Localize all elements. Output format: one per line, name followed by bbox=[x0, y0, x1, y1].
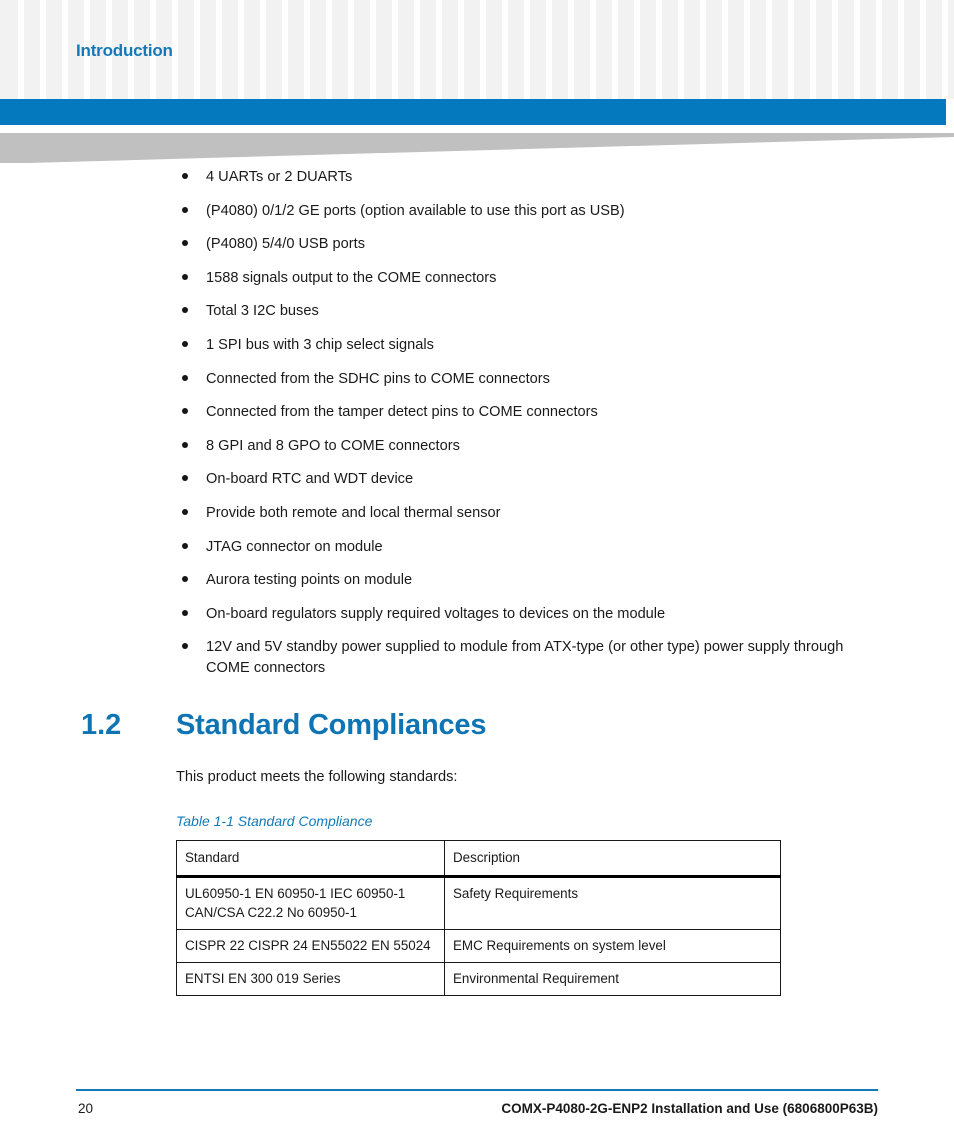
bullet-icon bbox=[182, 307, 188, 314]
feature-bullet-list: 4 UARTs or 2 DUARTs (P4080) 0/1/2 GE por… bbox=[0, 167, 954, 679]
bullet-icon bbox=[182, 508, 188, 515]
list-item-text: 1 SPI bus with 3 chip select signals bbox=[206, 336, 434, 353]
list-item: Connected from the SDHC pins to COME con… bbox=[0, 369, 954, 403]
table-header: Standard Description bbox=[176, 840, 781, 879]
table-body: UL60950-1 EN 60950-1 IEC 60950-1 CAN/CSA… bbox=[176, 876, 781, 997]
list-item: Provide both remote and local thermal se… bbox=[0, 503, 954, 537]
list-item: Connected from the tamper detect pins to… bbox=[0, 402, 954, 436]
list-item: 1588 signals output to the COME connecto… bbox=[0, 268, 954, 302]
bullet-icon bbox=[182, 576, 188, 583]
standard-compliance-table: Standard Description UL60950-1 EN 60950-… bbox=[176, 840, 781, 997]
list-item: (P4080) 5/4/0 USB ports bbox=[0, 234, 954, 268]
page-content: 4 UARTs or 2 DUARTs (P4080) 0/1/2 GE por… bbox=[0, 167, 954, 997]
table-cell-standard: UL60950-1 EN 60950-1 IEC 60950-1 CAN/CSA… bbox=[176, 876, 445, 931]
column-header-description: Description bbox=[444, 840, 781, 879]
table-cell-description: EMC Requirements on system level bbox=[444, 929, 781, 964]
list-item-text: On-board RTC and WDT device bbox=[206, 471, 414, 488]
list-item: On-board RTC and WDT device bbox=[0, 469, 954, 503]
section-heading: 1.2 Standard Compliances bbox=[0, 709, 954, 755]
bullet-icon bbox=[182, 408, 188, 415]
list-item-text: On-board regulators supply required volt… bbox=[206, 605, 666, 622]
bullet-icon bbox=[182, 273, 188, 280]
list-item-text: 12V and 5V standby power supplied to mod… bbox=[206, 639, 844, 677]
bullet-icon bbox=[182, 542, 188, 549]
list-item: Total 3 I2C buses bbox=[0, 301, 954, 335]
table-row: CISPR 22 CISPR 24 EN55022 EN 55024 EMC R… bbox=[176, 929, 781, 964]
table-cell-description: Safety Requirements bbox=[444, 876, 781, 931]
list-item: JTAG connector on module bbox=[0, 537, 954, 571]
list-item-text: (P4080) 0/1/2 GE ports (option available… bbox=[206, 202, 625, 219]
table-caption: Table 1-1 Standard Compliance bbox=[176, 813, 373, 830]
table-header-row: Standard Description bbox=[176, 840, 781, 879]
document-title: COMX-P4080-2G-ENP2 Installation and Use … bbox=[501, 1101, 878, 1116]
bullet-icon bbox=[182, 475, 188, 482]
list-item: 4 UARTs or 2 DUARTs bbox=[0, 167, 954, 201]
page-number: 20 bbox=[78, 1101, 94, 1116]
bullet-icon bbox=[182, 441, 188, 448]
footer-divider bbox=[76, 1089, 878, 1091]
section-intro-paragraph: This product meets the following standar… bbox=[176, 769, 458, 786]
column-header-standard: Standard bbox=[176, 840, 445, 879]
bullet-icon bbox=[182, 240, 188, 247]
bullet-icon bbox=[182, 609, 188, 616]
bullet-icon bbox=[182, 340, 188, 347]
bullet-icon bbox=[182, 206, 188, 213]
list-item-text: 1588 signals output to the COME connecto… bbox=[206, 269, 497, 286]
list-item: On-board regulators supply required volt… bbox=[0, 604, 954, 638]
page-footer: 20 COMX-P4080-2G-ENP2 Installation and U… bbox=[0, 1089, 954, 1145]
list-item-text: (P4080) 5/4/0 USB ports bbox=[206, 236, 365, 253]
list-item-text: Connected from the SDHC pins to COME con… bbox=[206, 370, 550, 387]
bullet-icon bbox=[182, 374, 188, 381]
section-number: 1.2 bbox=[81, 709, 122, 742]
table-row: ENTSI EN 300 019 Series Environmental Re… bbox=[176, 962, 781, 997]
list-item: 1 SPI bus with 3 chip select signals bbox=[0, 335, 954, 369]
list-item-text: Aurora testing points on module bbox=[206, 572, 413, 589]
list-item: (P4080) 0/1/2 GE ports (option available… bbox=[0, 201, 954, 235]
list-item: Aurora testing points on module bbox=[0, 570, 954, 604]
chapter-title: Introduction bbox=[76, 41, 173, 60]
header-blue-bar bbox=[0, 99, 946, 125]
list-item-text: 4 UARTs or 2 DUARTs bbox=[206, 169, 353, 185]
table-cell-standard: ENTSI EN 300 019 Series bbox=[176, 962, 445, 997]
list-item: 8 GPI and 8 GPO to COME connectors bbox=[0, 436, 954, 470]
gray-wedge-shape bbox=[0, 133, 954, 163]
list-item-text: 8 GPI and 8 GPO to COME connectors bbox=[206, 437, 460, 454]
list-item-text: JTAG connector on module bbox=[206, 538, 383, 555]
list-item-text: Total 3 I2C buses bbox=[206, 303, 319, 320]
header-gray-wedge bbox=[0, 131, 954, 167]
table-cell-standard: CISPR 22 CISPR 24 EN55022 EN 55024 bbox=[176, 929, 445, 964]
list-item-text: Connected from the tamper detect pins to… bbox=[206, 404, 598, 421]
list-item: 12V and 5V standby power supplied to mod… bbox=[0, 637, 954, 679]
bullet-icon bbox=[182, 173, 188, 179]
bullet-icon bbox=[182, 643, 188, 650]
table-row: UL60950-1 EN 60950-1 IEC 60950-1 CAN/CSA… bbox=[176, 876, 781, 931]
table-cell-description: Environmental Requirement bbox=[444, 962, 781, 997]
section-title: Standard Compliances bbox=[176, 709, 487, 742]
list-item-text: Provide both remote and local thermal se… bbox=[206, 504, 501, 521]
